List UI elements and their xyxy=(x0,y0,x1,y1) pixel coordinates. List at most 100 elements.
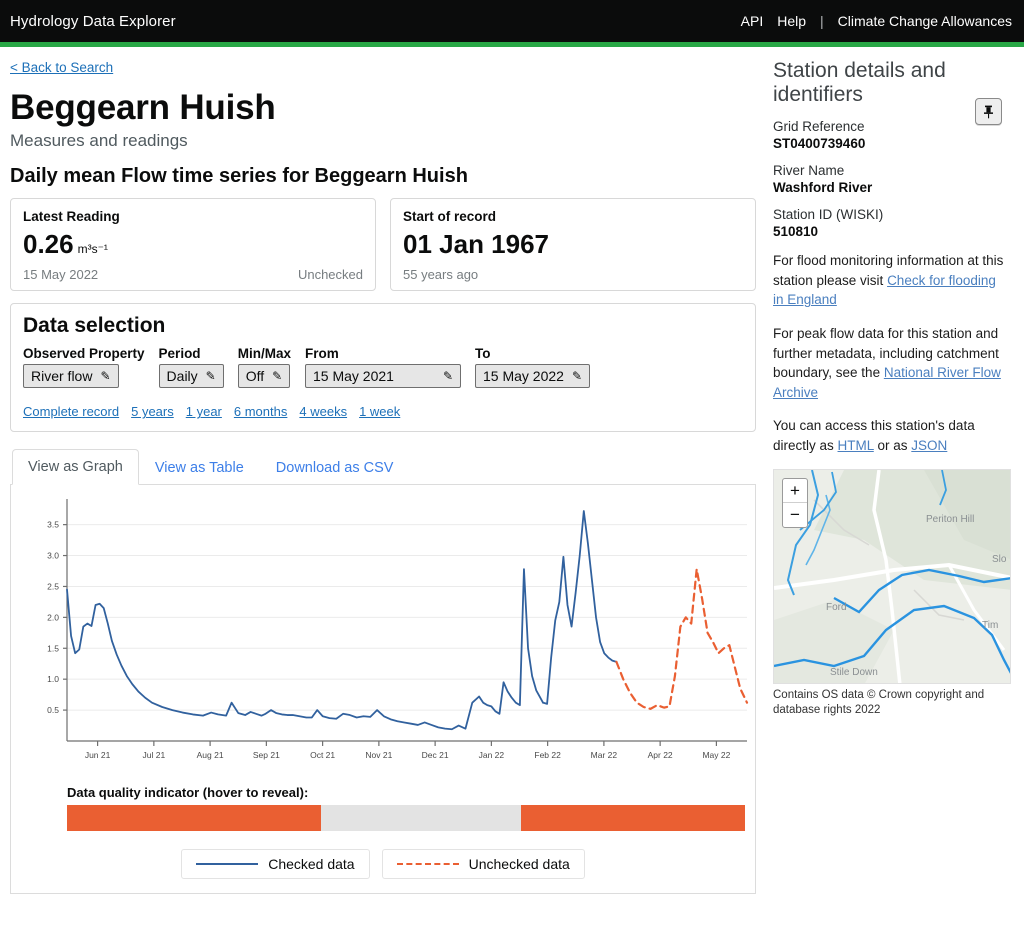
start-of-record-label: Start of record xyxy=(403,208,497,224)
nav-link-help[interactable]: Help xyxy=(777,13,806,29)
start-of-record-value-row: 01 Jan 1967 xyxy=(403,228,743,259)
back-to-search-link[interactable]: < Back to Search xyxy=(10,60,113,75)
data-selection-heading: Data selection xyxy=(23,314,166,338)
y-tick-label: 1.0 xyxy=(47,675,59,685)
pencil-icon: ✎ xyxy=(571,369,583,384)
map-zoom-in-icon[interactable]: + xyxy=(783,479,807,504)
start-of-record-footer: 55 years ago xyxy=(403,267,743,282)
y-tick-label: 1.5 xyxy=(47,644,59,654)
chart-container: 0.5 1.0 1.5 2.0 2.5 3.0 3.5 Jun 21 Jul 21 Aug 21 S… xyxy=(10,485,756,895)
y-tick-label: 3.5 xyxy=(47,520,59,530)
quick-range-complete-record[interactable]: Complete record xyxy=(23,404,119,419)
station-map[interactable]: Periton Hill Slo Ford Tim Stile Down + − xyxy=(773,469,1011,685)
nav-link-api[interactable]: API xyxy=(741,13,764,29)
value-to-date: 15 May 2022 xyxy=(483,368,564,385)
meta-river-name: River Name Washford River xyxy=(773,163,1010,195)
quality-segment-unchecked-early[interactable] xyxy=(67,805,322,832)
quick-range-1-week[interactable]: 1 week xyxy=(359,404,400,419)
pencil-icon: ✎ xyxy=(100,369,111,384)
select-period[interactable]: Daily ✎ xyxy=(158,364,224,389)
data-quality-bar[interactable] xyxy=(67,805,745,832)
nav-link-climate-change-allowances[interactable]: Climate Change Allowances xyxy=(838,13,1012,29)
label-from: From xyxy=(305,346,339,362)
pin-button-wrap xyxy=(975,98,1002,125)
map-label-slo: Slo xyxy=(992,554,1007,565)
meta-value-station-id: 510810 xyxy=(773,224,819,240)
data-selection-panel: Data selection Observed Property River f… xyxy=(10,303,756,433)
tab-download-as-csv[interactable]: Download as CSV xyxy=(260,450,410,485)
x-tick-label: Oct 21 xyxy=(310,750,335,760)
field-period: Period Daily ✎ xyxy=(158,346,224,389)
x-tick-label: Feb 22 xyxy=(534,750,561,760)
flow-time-series-chart[interactable]: 0.5 1.0 1.5 2.0 2.5 3.0 3.5 Jun 21 Jul 21 Aug 21 S… xyxy=(11,491,755,781)
legend-swatch-dashed-icon xyxy=(396,863,459,866)
map-label-tim: Tim xyxy=(982,620,998,631)
data-access-middle-text: or as xyxy=(873,437,912,453)
meta-station-id: Station ID (WISKI) 510810 xyxy=(773,207,1010,239)
y-tick-label: 2.5 xyxy=(47,582,59,592)
latest-reading-date: 15 May 2022 xyxy=(23,267,99,283)
data-selection-fields: Observed Property River flow ✎ Period Da… xyxy=(23,346,743,389)
quality-segment-checked-mid[interactable] xyxy=(321,805,522,832)
y-tick-label: 2.0 xyxy=(47,613,59,623)
legend-swatch-solid-icon xyxy=(196,863,259,866)
meta-key-station-id: Station ID (WISKI) xyxy=(773,207,884,223)
map-label-ford: Ford xyxy=(826,602,847,613)
value-observed-property: River flow xyxy=(31,368,93,385)
latest-reading-footer: 15 May 2022 Unchecked xyxy=(23,267,363,282)
summary-cards: Latest Reading 0.26 m³s⁻¹ 15 May 2022 Unc… xyxy=(10,197,756,292)
label-min-max: Min/Max xyxy=(237,346,291,362)
legend-label-unchecked: Unchecked data xyxy=(468,856,570,873)
select-from-date[interactable]: 15 May 2021 ✎ xyxy=(305,364,461,389)
value-from-date: 15 May 2021 xyxy=(313,368,394,385)
quick-range-links: Complete record 5 years 1 year 6 months … xyxy=(23,404,743,419)
value-period: Daily xyxy=(166,368,198,385)
tab-view-as-graph[interactable]: View as Graph xyxy=(12,449,139,486)
select-min-max[interactable]: Off ✎ xyxy=(237,364,291,389)
quick-range-5-years[interactable]: 5 years xyxy=(131,404,174,419)
x-tick-label: Jun 21 xyxy=(85,750,111,760)
quick-range-6-months[interactable]: 6 months xyxy=(234,404,287,419)
label-to: To xyxy=(475,346,491,362)
chart-series-checked xyxy=(66,568,544,731)
select-to-date[interactable]: 15 May 2022 ✎ xyxy=(475,364,591,389)
map-label-stile-down: Stile Down xyxy=(830,667,878,678)
pin-icon[interactable] xyxy=(975,98,1002,125)
link-html[interactable]: HTML xyxy=(838,438,874,453)
paragraph-flood-monitoring: For flood monitoring information at this… xyxy=(773,251,1010,310)
y-tick-label: 0.5 xyxy=(47,705,59,715)
start-of-record-card: Start of record 01 Jan 1967 55 years ago xyxy=(390,197,756,292)
station-details-sidebar: Station details and identifiers Grid Ref… xyxy=(766,47,1024,895)
map-tiles: Periton Hill Slo Ford Tim Stile Down xyxy=(774,470,1010,684)
nav-separator: | xyxy=(820,13,824,29)
select-observed-property[interactable]: River flow ✎ xyxy=(23,364,119,389)
legend-item-unchecked[interactable]: Unchecked data xyxy=(381,849,585,880)
quality-segment-unchecked-late[interactable] xyxy=(521,805,745,832)
view-tabs: View as Graph View as Table Download as … xyxy=(10,448,756,486)
pencil-icon: ✎ xyxy=(205,369,216,384)
start-of-record-age: 55 years ago xyxy=(403,267,479,283)
legend-item-checked[interactable]: Checked data xyxy=(181,849,370,880)
meta-value-river-name: Washford River xyxy=(773,180,873,196)
map-zoom-controls: + − xyxy=(782,478,808,529)
y-tick-label: 3.0 xyxy=(47,551,59,561)
meta-key-river-name: River Name xyxy=(773,163,845,179)
map-zoom-out-icon[interactable]: − xyxy=(783,503,807,527)
x-tick-label: Jan 22 xyxy=(479,750,505,760)
quick-range-4-weeks[interactable]: 4 weeks xyxy=(299,404,347,419)
quick-range-1-year[interactable]: 1 year xyxy=(186,404,222,419)
x-tick-label: Jul 21 xyxy=(143,750,166,760)
field-from: From 15 May 2021 ✎ xyxy=(305,346,461,389)
pin-glyph xyxy=(984,105,993,118)
x-tick-label: Aug 21 xyxy=(197,750,224,760)
paragraph-peak-flow: For peak flow data for this station and … xyxy=(773,324,1010,402)
latest-reading-value-row: 0.26 m³s⁻¹ xyxy=(23,229,363,259)
link-json[interactable]: JSON xyxy=(911,438,947,453)
top-navigation-bar: Hydrology Data Explorer API Help | Clima… xyxy=(0,0,1024,42)
map-label-periton-hill: Periton Hill xyxy=(926,514,974,525)
x-tick-label: Nov 21 xyxy=(365,750,392,760)
tab-view-as-table[interactable]: View as Table xyxy=(139,450,260,485)
app-brand-title: Hydrology Data Explorer xyxy=(10,12,176,30)
field-to: To 15 May 2022 ✎ xyxy=(475,346,591,389)
start-of-record-value: 01 Jan 1967 xyxy=(403,228,550,259)
